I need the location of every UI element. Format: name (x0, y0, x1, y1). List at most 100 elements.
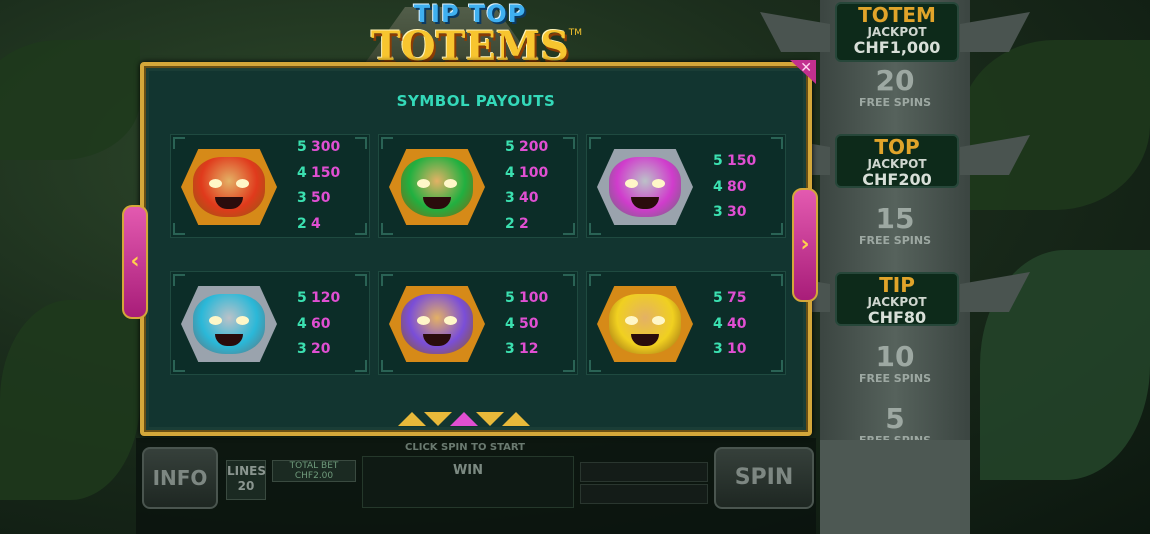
page-dot[interactable] (398, 412, 426, 426)
payout-row: 3 40 (505, 190, 538, 206)
cell-corner-ornament (173, 360, 185, 372)
payout-count: 5 (297, 139, 307, 155)
payout-amount: 100 (519, 164, 549, 181)
cell-corner-ornament (563, 274, 575, 286)
payout-amount: 4 (311, 215, 321, 232)
green-bird-mask-icon (389, 149, 485, 225)
top-jackpot-box: TOP JACKPOT CHF200 (835, 134, 959, 189)
payout-count: 2 (297, 215, 307, 232)
mask-eye (236, 316, 249, 325)
mask-eye (652, 316, 665, 325)
total-bet-display[interactable]: TOTAL BET CHF2.00 (272, 460, 356, 482)
info-button[interactable]: INFO (142, 447, 218, 509)
symbol-cell: 5 200 4 100 3 40 2 2 (378, 134, 578, 238)
jungle-leaf-bg (960, 40, 1150, 210)
cell-corner-ornament (173, 137, 185, 149)
free-spins-label: FREE SPINS (858, 96, 932, 109)
payout-count: 3 (713, 204, 723, 220)
free-spins-10: 10 FREE SPINS (835, 342, 955, 390)
payout-amount: 100 (519, 290, 549, 306)
yellow-monkey-mask-icon (597, 286, 693, 362)
free-spins-count: 10 (875, 340, 915, 373)
payout-row: 4 80 (713, 179, 746, 195)
totem-jackpot-box: TOTEM JACKPOT CHF1,000 (835, 2, 959, 62)
page-dot[interactable] (424, 412, 452, 426)
lines-display: LINES 20 (226, 460, 266, 500)
page-dot[interactable] (502, 412, 530, 426)
mask-eye (209, 316, 222, 325)
symbol-cell: 5 300 4 150 3 50 2 4 (170, 134, 370, 238)
payout-count: 3 (297, 341, 307, 357)
payout-row: 5 100 (505, 290, 548, 306)
symbol-cell: 5 75 4 40 3 10 (586, 271, 786, 375)
cell-corner-ornament (173, 274, 185, 286)
next-page-button[interactable]: › (792, 188, 818, 302)
payout-count: 5 (297, 290, 307, 306)
free-spins-20: 20 FREE SPINS (835, 66, 955, 118)
jackpot-value: CHF80 (867, 308, 927, 327)
payout-row: 5 300 (297, 139, 340, 155)
payout-amount: 200 (519, 139, 549, 155)
cell-corner-ornament (771, 274, 783, 286)
free-spins-count: 15 (875, 202, 915, 235)
payout-row: 3 10 (713, 341, 746, 357)
mask-mouth (631, 197, 659, 209)
spin-button[interactable]: SPIN (714, 447, 814, 509)
click-spin-hint: CLICK SPIN TO START (405, 442, 525, 453)
payout-count: 4 (297, 164, 307, 181)
cell-corner-ornament (589, 360, 601, 372)
jackpot-title: TOTEM (858, 3, 936, 27)
payout-row: 24 (297, 216, 321, 232)
jungle-leaf-bg (0, 40, 140, 160)
game-logo: TIP TOP TOTEMS TM (350, 0, 590, 70)
total-bet-value: CHF2.00 (294, 471, 334, 481)
cell-corner-ornament (381, 360, 393, 372)
mask-face (401, 157, 473, 217)
payout-amount: 40 (519, 190, 539, 206)
payout-count: 3 (505, 190, 515, 206)
logo-trademark: TM (568, 28, 582, 38)
payout-amount: 80 (727, 178, 747, 195)
mask-face (193, 294, 265, 354)
cell-corner-ornament (771, 137, 783, 149)
cell-corner-ornament (381, 223, 393, 235)
payout-row: 4 40 (713, 316, 746, 332)
payout-amount: 50 (519, 315, 539, 332)
jackpot-title: TIP (879, 273, 915, 297)
chevron-right-icon: › (800, 232, 810, 257)
payout-count: 2 (505, 215, 515, 232)
payout-amount: 2 (519, 215, 529, 232)
control-slot (580, 462, 708, 482)
win-display: WIN (362, 456, 574, 508)
jackpot-title: TOP (874, 135, 920, 159)
payout-row: 5 200 (505, 139, 548, 155)
page-dot[interactable] (476, 412, 504, 426)
mask-mouth (423, 334, 451, 346)
prev-page-button[interactable]: ‹ (122, 205, 148, 319)
payout-count: 5 (713, 290, 723, 306)
page-indicator (398, 412, 544, 428)
payout-amount: 150 (311, 164, 341, 181)
payout-count: 5 (713, 153, 723, 169)
payout-amount: 50 (311, 190, 331, 206)
payout-amount: 30 (727, 204, 747, 220)
payout-row: 3 12 (505, 341, 538, 357)
tip-jackpot-box: TIP JACKPOT CHF80 (835, 272, 959, 327)
payout-count: 4 (505, 315, 515, 332)
purple-block-mask-icon (389, 286, 485, 362)
payout-count: 3 (713, 341, 723, 357)
symbol-cell: 5 150 4 80 3 30 (586, 134, 786, 238)
totem-base (820, 440, 970, 534)
payout-row: 4 150 (297, 165, 340, 181)
page-dot-active[interactable] (450, 412, 478, 426)
free-spins-count: 5 (885, 402, 905, 435)
cell-corner-ornament (771, 223, 783, 235)
mask-face (193, 157, 265, 217)
control-slot (580, 484, 708, 504)
totem-wing-left (760, 12, 830, 52)
mask-mouth (631, 334, 659, 346)
symbol-cell: 5 120 4 60 3 20 (170, 271, 370, 375)
mask-eye (417, 179, 430, 188)
mask-eye (417, 316, 430, 325)
payout-amount: 60 (311, 315, 331, 332)
